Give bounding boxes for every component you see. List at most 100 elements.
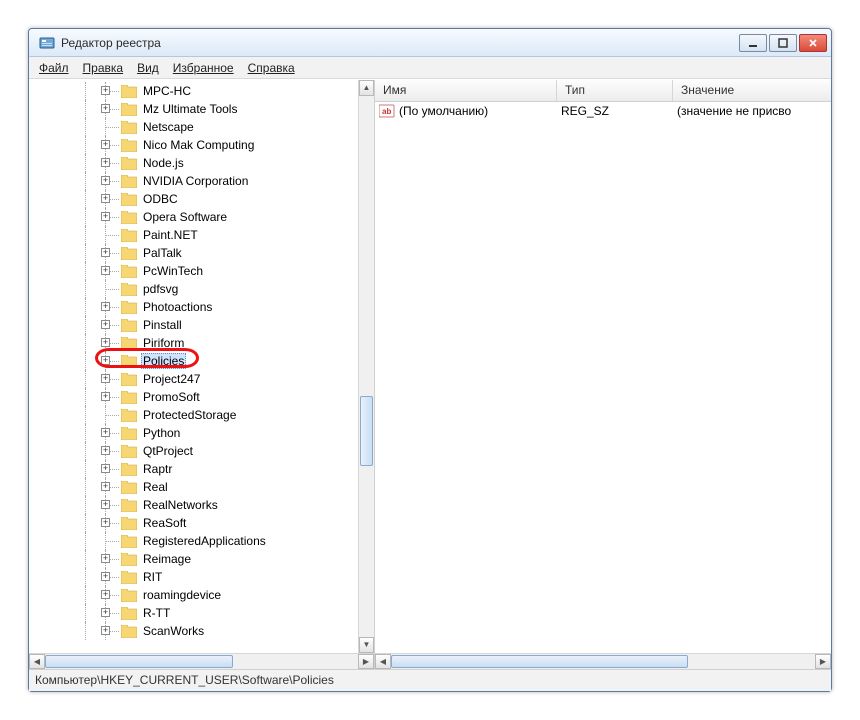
- scroll-down-button[interactable]: ▼: [359, 637, 374, 653]
- tree-item-label: Python: [141, 425, 182, 441]
- menu-favorites[interactable]: Избранное: [167, 59, 240, 77]
- menu-file[interactable]: Файл: [33, 59, 75, 77]
- maximize-button[interactable]: [769, 34, 797, 52]
- tree-item-label: Piriform: [141, 335, 186, 351]
- list-body[interactable]: ab (По умолчанию) REG_SZ (значение не пр…: [375, 102, 831, 653]
- tree-item[interactable]: pdfsvg: [29, 280, 358, 298]
- tree-item-label: pdfsvg: [141, 281, 180, 297]
- expand-toggle[interactable]: +: [101, 482, 110, 491]
- tree-item[interactable]: +Project247: [29, 370, 358, 388]
- scroll-track[interactable]: [359, 96, 374, 637]
- tree-item-label: PalTalk: [141, 245, 184, 261]
- folder-icon: [121, 211, 137, 224]
- value-data: (значение не присво: [677, 104, 831, 118]
- tree-item[interactable]: +MPC-HC: [29, 82, 358, 100]
- tree-item[interactable]: + PalTalk: [29, 244, 358, 262]
- expand-toggle[interactable]: +: [101, 104, 110, 113]
- col-value[interactable]: Значение: [673, 80, 831, 101]
- tree-item[interactable]: +Reimage: [29, 550, 358, 568]
- expand-toggle[interactable]: +: [101, 572, 110, 581]
- folder-icon: [121, 481, 137, 494]
- expand-toggle[interactable]: +: [101, 194, 110, 203]
- menu-edit[interactable]: Правка: [77, 59, 130, 77]
- list-scroll-left-button[interactable]: ◀: [375, 654, 391, 669]
- tree-item-label: Raptr: [141, 461, 174, 477]
- tree-item[interactable]: +RIT: [29, 568, 358, 586]
- expand-toggle[interactable]: +: [101, 140, 110, 149]
- scroll-up-button[interactable]: ▲: [359, 80, 374, 96]
- expand-toggle[interactable]: +: [101, 212, 110, 221]
- expand-toggle[interactable]: +: [101, 338, 110, 347]
- hscroll-thumb[interactable]: [45, 655, 233, 668]
- expand-toggle[interactable]: +: [101, 356, 110, 365]
- expand-toggle[interactable]: +: [101, 464, 110, 473]
- menu-help[interactable]: Справка: [242, 59, 301, 77]
- tree-item[interactable]: +Nico Mak Computing: [29, 136, 358, 154]
- expand-toggle[interactable]: +: [101, 446, 110, 455]
- tree-item[interactable]: +Mz Ultimate Tools: [29, 100, 358, 118]
- tree-item[interactable]: +roamingdevice: [29, 586, 358, 604]
- tree-item[interactable]: +Node.js: [29, 154, 358, 172]
- scroll-right-button[interactable]: ▶: [358, 654, 374, 669]
- tree-item[interactable]: +Policies: [29, 352, 358, 370]
- tree-item[interactable]: +Real: [29, 478, 358, 496]
- expand-toggle[interactable]: +: [101, 392, 110, 401]
- tree-item[interactable]: +PcWinTech: [29, 262, 358, 280]
- tree-item[interactable]: + Raptr: [29, 460, 358, 478]
- list-header[interactable]: Имя Тип Значение: [375, 80, 831, 102]
- minimize-button[interactable]: [739, 34, 767, 52]
- tree-item[interactable]: + Python: [29, 424, 358, 442]
- tree-item[interactable]: + Piriform: [29, 334, 358, 352]
- expand-toggle[interactable]: +: [101, 248, 110, 257]
- tree-item[interactable]: +R-TT: [29, 604, 358, 622]
- tree-item[interactable]: +NVIDIA Corporation: [29, 172, 358, 190]
- regedit-window: Редактор реестра Файл Правка Вид Избранн…: [28, 28, 832, 692]
- expand-toggle[interactable]: +: [101, 518, 110, 527]
- menu-view[interactable]: Вид: [131, 59, 165, 77]
- titlebar[interactable]: Редактор реестра: [29, 29, 831, 57]
- tree-item[interactable]: Paint.NET: [29, 226, 358, 244]
- registry-tree[interactable]: +MPC-HC+Mz Ultimate ToolsNetscape+Nico M…: [29, 80, 358, 653]
- scroll-left-button[interactable]: ◀: [29, 654, 45, 669]
- expand-toggle[interactable]: +: [101, 266, 110, 275]
- tree-item[interactable]: RegisteredApplications: [29, 532, 358, 550]
- tree-item[interactable]: +ODBC: [29, 190, 358, 208]
- tree-item[interactable]: +Opera Software: [29, 208, 358, 226]
- expand-toggle[interactable]: +: [101, 626, 110, 635]
- tree-item-label: QtProject: [141, 443, 195, 459]
- tree-item-label: RegisteredApplications: [141, 533, 268, 549]
- tree-item[interactable]: +ReaSoft: [29, 514, 358, 532]
- list-scroll-right-button[interactable]: ▶: [815, 654, 831, 669]
- expand-toggle[interactable]: +: [101, 302, 110, 311]
- tree-item[interactable]: ProtectedStorage: [29, 406, 358, 424]
- list-horizontal-scrollbar[interactable]: ◀ ▶: [375, 653, 831, 669]
- tree-horizontal-scrollbar[interactable]: ◀ ▶: [29, 653, 374, 669]
- window-title: Редактор реестра: [61, 36, 739, 50]
- tree-item-label: Paint.NET: [141, 227, 200, 243]
- tree-item[interactable]: + QtProject: [29, 442, 358, 460]
- col-name[interactable]: Имя: [375, 80, 557, 101]
- tree-item[interactable]: +Photoactions: [29, 298, 358, 316]
- tree-item[interactable]: +PromoSoft: [29, 388, 358, 406]
- tree-item[interactable]: +Pinstall: [29, 316, 358, 334]
- tree-item[interactable]: +RealNetworks: [29, 496, 358, 514]
- close-button[interactable]: [799, 34, 827, 52]
- expand-toggle[interactable]: +: [101, 608, 110, 617]
- expand-toggle[interactable]: +: [101, 590, 110, 599]
- expand-toggle[interactable]: +: [101, 86, 110, 95]
- tree-item[interactable]: Netscape: [29, 118, 358, 136]
- expand-toggle[interactable]: +: [101, 374, 110, 383]
- scroll-thumb[interactable]: [360, 396, 373, 466]
- tree-item[interactable]: +ScanWorks: [29, 622, 358, 640]
- tree-vertical-scrollbar[interactable]: ▲ ▼: [358, 80, 374, 653]
- expand-toggle[interactable]: +: [101, 500, 110, 509]
- expand-toggle[interactable]: +: [101, 428, 110, 437]
- col-type[interactable]: Тип: [557, 80, 673, 101]
- expand-toggle[interactable]: +: [101, 320, 110, 329]
- expand-toggle[interactable]: +: [101, 158, 110, 167]
- expand-toggle[interactable]: +: [101, 176, 110, 185]
- folder-icon: [121, 247, 137, 260]
- list-row[interactable]: ab (По умолчанию) REG_SZ (значение не пр…: [375, 102, 831, 120]
- list-hscroll-thumb[interactable]: [391, 655, 688, 668]
- expand-toggle[interactable]: +: [101, 554, 110, 563]
